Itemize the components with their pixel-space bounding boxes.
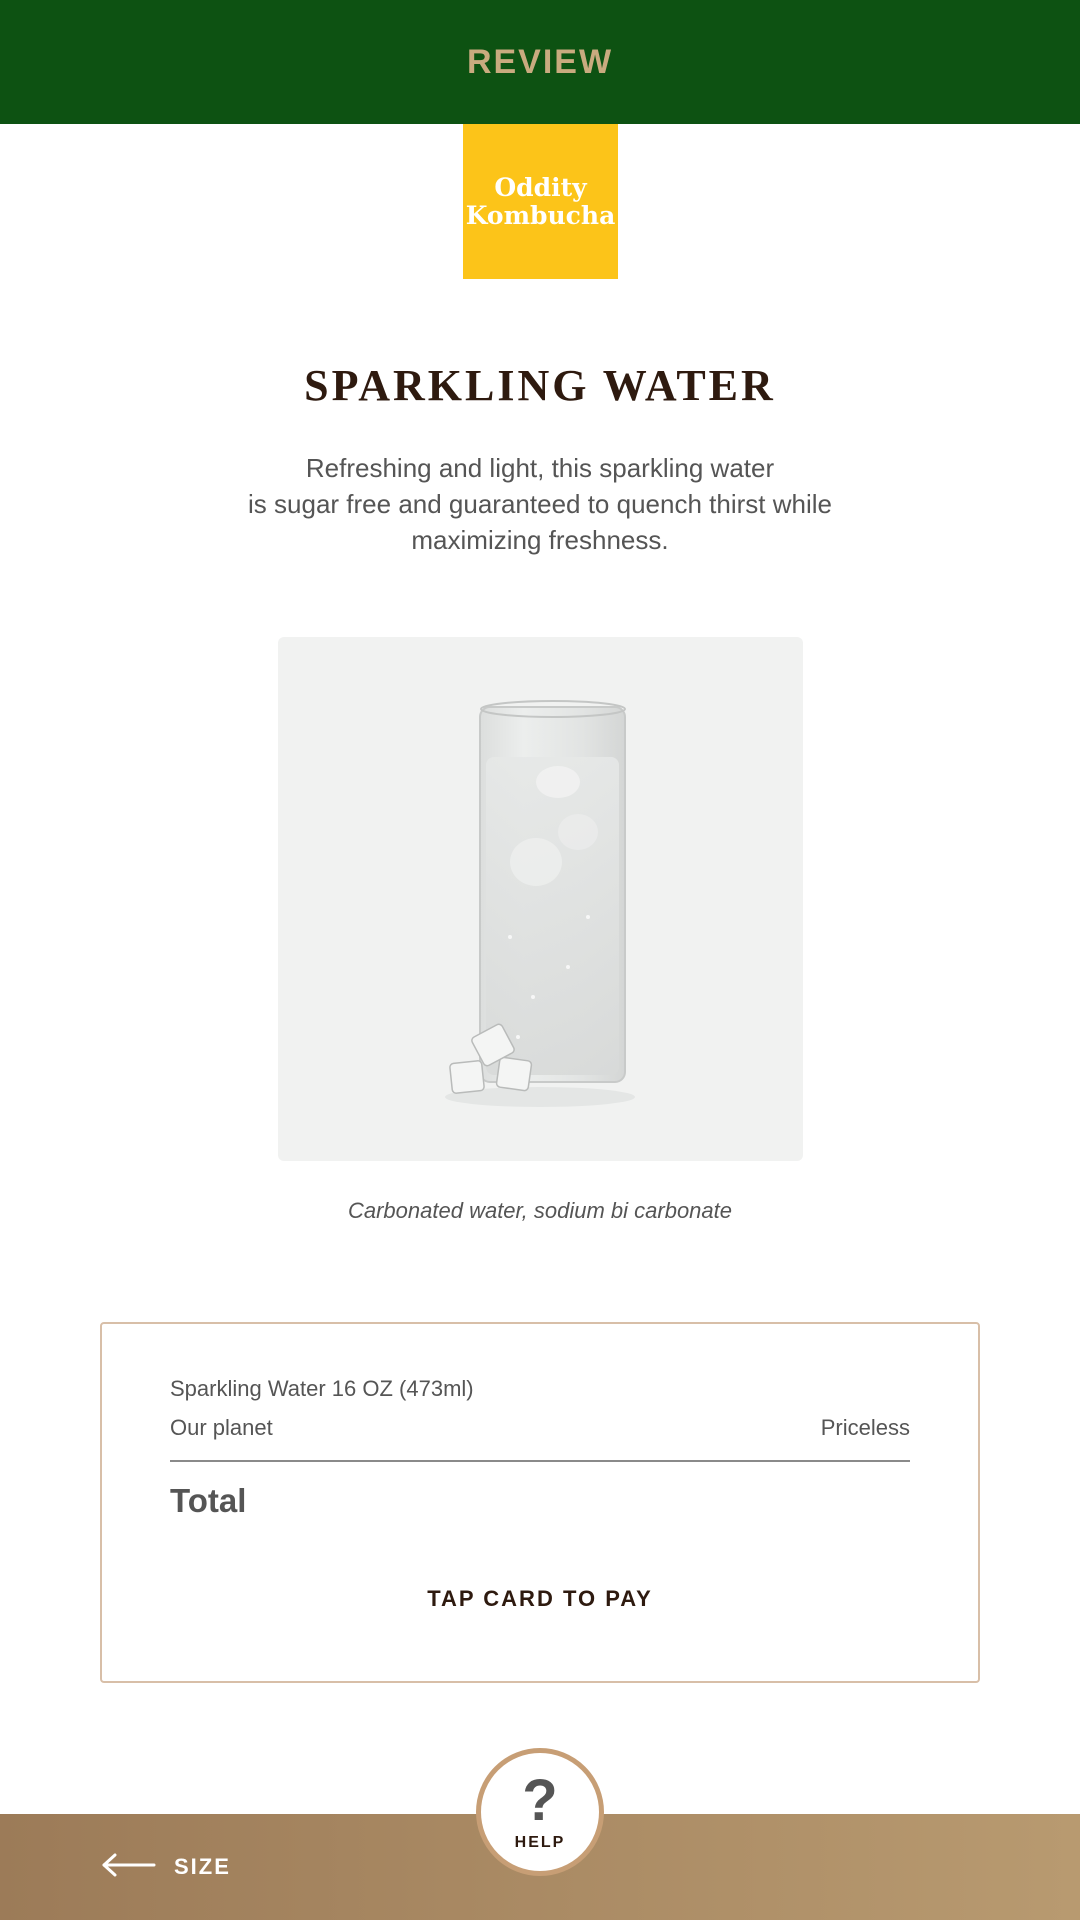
arrow-left-icon bbox=[100, 1853, 156, 1882]
header-bar: REVIEW bbox=[0, 0, 1080, 124]
ingredients-text: Carbonated water, sodium bi carbonate bbox=[347, 1198, 732, 1223]
total-label: Total bbox=[170, 1482, 247, 1519]
planet-value: Priceless bbox=[820, 1415, 910, 1440]
order-summary-card: Sparkling Water 16 OZ (473ml) Our planet… bbox=[100, 1322, 980, 1683]
logo-line-1: Oddity bbox=[494, 172, 587, 202]
tap-card-to-pay-button[interactable]: TAP CARD TO PAY bbox=[102, 1586, 978, 1612]
brand-logo: Oddity Kombucha bbox=[463, 124, 618, 279]
logo-line-2: Kombucha bbox=[465, 200, 616, 230]
help-button[interactable]: ? HELP bbox=[476, 1748, 604, 1876]
product-title: SPARKLING WATER bbox=[304, 361, 776, 410]
sparkling-water-glass-image bbox=[445, 700, 635, 1107]
question-mark-icon: ? bbox=[522, 1768, 558, 1833]
description-line: maximizing freshness. bbox=[411, 525, 669, 555]
product-photo bbox=[278, 637, 803, 1161]
planet-row: Our planet Priceless bbox=[170, 1415, 910, 1441]
help-label: HELP bbox=[514, 1834, 566, 1851]
order-item-line: Sparkling Water 16 OZ (473ml) bbox=[170, 1376, 474, 1401]
back-button-label: SIZE bbox=[174, 1854, 231, 1879]
page-title: REVIEW bbox=[466, 42, 614, 81]
description-line: Refreshing and light, this sparkling wat… bbox=[305, 453, 775, 483]
planet-label: Our planet bbox=[170, 1415, 273, 1440]
back-to-size-button[interactable]: SIZE bbox=[100, 1842, 231, 1892]
summary-divider bbox=[170, 1460, 910, 1462]
product-description: Refreshing and light, this sparkling wat… bbox=[190, 450, 890, 558]
description-line: is sugar free and guaranteed to quench t… bbox=[248, 489, 832, 519]
